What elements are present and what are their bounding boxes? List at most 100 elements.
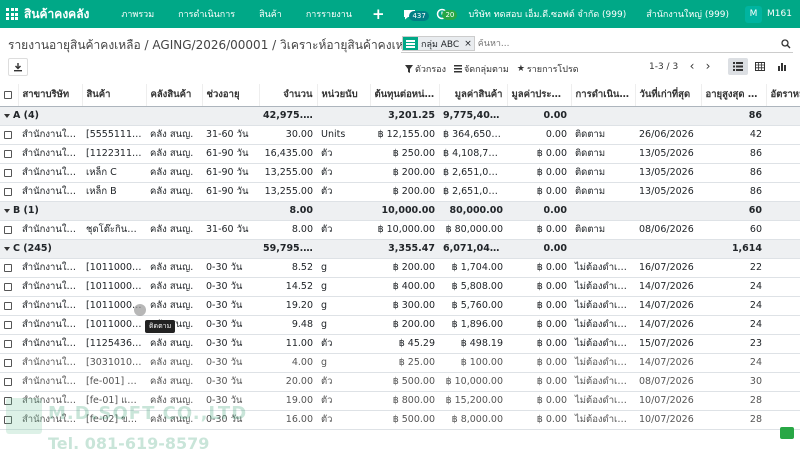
group-row-a[interactable]: A (4) 42,975.00 3,201.25 9,775,400.00 0.…: [0, 106, 800, 126]
col-action[interactable]: การดำเนินการ: [571, 84, 636, 107]
table-row[interactable]: สำนักงานใหญ่ [fe-001] แผ... คลัง สนญ. 0-…: [0, 372, 800, 392]
table-row[interactable]: สำนักงานใหญ่ [fe-02] ขาโต๊... คลัง สนญ. …: [0, 410, 800, 430]
search-facet: กลุ่ม ABC ×: [402, 36, 475, 51]
col-quantity[interactable]: จำนวน: [259, 84, 318, 107]
cell-max-age: 24: [701, 277, 766, 297]
col-warehouse[interactable]: คลังสินค้า: [146, 84, 203, 107]
quick-create-button[interactable]: +: [364, 5, 393, 23]
cell-estimate: ฿ 0.00: [507, 353, 571, 373]
row-checkbox[interactable]: [0, 410, 18, 430]
cell-max-age: 28: [701, 410, 766, 430]
row-checkbox[interactable]: [0, 125, 18, 145]
col-turnover[interactable]: อัตราหมุนเวียน: [766, 84, 800, 107]
facet-remove-icon[interactable]: ×: [462, 37, 474, 50]
company-switcher[interactable]: บริษัท ทดสอบ เอ็ม.ดี.ซอฟต์ จำกัด (999): [458, 7, 636, 21]
pager-prev-button[interactable]: ‹: [685, 59, 699, 73]
cell-date: 16/07/2026: [635, 258, 701, 278]
col-max-age[interactable]: อายุสูงสุด (วัน): [701, 84, 767, 107]
download-icon: [14, 63, 22, 72]
row-checkbox[interactable]: [0, 315, 18, 335]
pivot-view-button[interactable]: [750, 58, 770, 75]
search-input[interactable]: [477, 38, 779, 49]
row-checkbox[interactable]: [0, 277, 18, 297]
col-value[interactable]: มูลค่าสินค้า: [439, 84, 508, 107]
group-qty: 42,975.00: [259, 106, 317, 126]
menu-operations[interactable]: การดำเนินการ: [166, 0, 247, 28]
row-checkbox[interactable]: [0, 182, 18, 202]
breadcrumb-parent[interactable]: รายงานอายุสินค้าคงเหลือ / AGING/2026/000…: [8, 38, 280, 52]
row-checkbox[interactable]: [0, 163, 18, 183]
app-brand[interactable]: สินค้าคงคลัง: [24, 5, 89, 24]
row-checkbox[interactable]: [0, 296, 18, 316]
table-row[interactable]: สำนักงานใหญ่ [10110001S... คลัง สนญ. 0-3…: [0, 258, 800, 278]
col-age-range[interactable]: ช่วงอายุ: [202, 84, 260, 107]
select-all-checkbox[interactable]: [0, 84, 19, 107]
branch-switcher[interactable]: สำนักงานใหญ่ (999): [636, 7, 739, 21]
apps-menu-button[interactable]: [0, 8, 24, 20]
table-row[interactable]: สำนักงานใหญ่ [1122311] ... คลัง สนญ. 61-…: [0, 144, 800, 164]
group-row-c[interactable]: C (245) 59,795.82 3,355.47 6,071,042.21 …: [0, 239, 800, 259]
menu-products[interactable]: สินค้า: [247, 0, 294, 28]
cell-turnover: [766, 163, 800, 183]
row-checkbox[interactable]: [0, 144, 18, 164]
table-row[interactable]: สำนักงานใหญ่ [55551115] ... คลัง สนญ. 31…: [0, 125, 800, 145]
row-checkbox[interactable]: [0, 334, 18, 354]
tooltip: ติดตาม: [145, 320, 176, 333]
list-view-button[interactable]: [728, 58, 748, 75]
col-uom[interactable]: หน่วยนับ: [317, 84, 371, 107]
col-estimate[interactable]: มูลค่าประมาณ: [507, 84, 572, 107]
cell-product: เหล็ก B: [82, 182, 146, 202]
live-chat-button[interactable]: [780, 427, 794, 439]
table-row[interactable]: สำนักงานใหญ่ [10110002... คลัง สนญ. 0-30…: [0, 277, 800, 297]
col-product[interactable]: สินค้า: [82, 84, 147, 107]
col-branch[interactable]: สาขาบริษัท: [18, 84, 83, 107]
group-row-b[interactable]: B (1) 8.00 10,000.00 80,000.00 0.00 60 5: [0, 201, 800, 221]
table-row[interactable]: สำนักงานใหญ่ ชุดโต๊ะกินข้าว คลัง สนญ. 31…: [0, 220, 800, 240]
table-row[interactable]: สำนักงานใหญ่ [10110004... คลัง สนญ. 0-30…: [0, 315, 800, 335]
cell-qty: 16,435.00: [259, 144, 317, 164]
cell-estimate: ฿ 0.00: [507, 182, 571, 202]
cell-uom: ตัว: [317, 334, 370, 354]
table-row[interactable]: สำนักงานใหญ่ [1125436] ข... คลัง สนญ. 0-…: [0, 334, 800, 354]
table-row[interactable]: สำนักงานใหญ่ [10110004... คลัง สนญ. 0-30…: [0, 296, 800, 316]
table-row[interactable]: สำนักงานใหญ่ เหล็ก B คลัง สนญ. 61-90 วัน…: [0, 182, 800, 202]
row-checkbox[interactable]: [0, 391, 18, 411]
favorites-toggle[interactable]: ★ รายการโปรด: [517, 62, 579, 76]
col-oldest-date[interactable]: วันที่เก่าที่สุด: [635, 84, 702, 107]
cell-date: 10/07/2026: [635, 410, 701, 430]
cell-branch: สำนักงานใหญ่: [18, 182, 82, 202]
cell-qty: 19.00: [259, 391, 317, 411]
search-button[interactable]: [779, 38, 793, 49]
table-row[interactable]: สำนักงานใหญ่ [fe-01] แผ่นไม... คลัง สนญ.…: [0, 391, 800, 411]
cell-qty: 11.00: [259, 334, 317, 354]
groupby-label: จัดกลุ่มตาม: [463, 65, 509, 75]
pager-next-button[interactable]: ›: [701, 59, 715, 73]
cell-warehouse: คลัง สนญ.: [146, 353, 202, 373]
cell-date: 14/07/2026: [635, 353, 701, 373]
cell-estimate: ฿ 0.00: [507, 315, 571, 335]
row-checkbox[interactable]: [0, 353, 18, 373]
activity-button[interactable]: 20: [426, 8, 458, 20]
cell-branch: สำนักงานใหญ่: [18, 277, 82, 297]
pager-value[interactable]: 1-3 / 3: [649, 62, 678, 72]
menu-overview[interactable]: ภาพรวม: [109, 0, 166, 28]
graph-view-button[interactable]: [772, 58, 792, 75]
row-checkbox[interactable]: [0, 372, 18, 392]
download-button[interactable]: [8, 58, 28, 76]
cell-turnover: [766, 391, 800, 411]
avatar[interactable]: M: [745, 5, 763, 23]
cell-age: 61-90 วัน: [202, 144, 259, 164]
filters-toggle[interactable]: ตัวกรอง: [405, 62, 446, 76]
row-checkbox[interactable]: [0, 258, 18, 278]
table-row[interactable]: สำนักงานใหญ่ [30310100l... คลัง สนญ. 0-3…: [0, 353, 800, 373]
user-menu[interactable]: M161: [762, 9, 800, 19]
groupby-toggle[interactable]: จัดกลุ่มตาม: [453, 62, 509, 76]
col-unit-cost[interactable]: ต้นทุนต่อหน่วย: [370, 84, 440, 107]
chat-button[interactable]: 437: [393, 9, 429, 21]
menu-reporting[interactable]: การรายงาน: [294, 0, 364, 28]
row-checkbox[interactable]: [0, 220, 18, 240]
cell-value: ฿ 8,000.00: [439, 410, 507, 430]
cell-max-age: 30: [701, 372, 766, 392]
cell-branch: สำนักงานใหญ่: [18, 258, 82, 278]
table-row[interactable]: สำนักงานใหญ่ เหล็ก C คลัง สนญ. 61-90 วัน…: [0, 163, 800, 183]
